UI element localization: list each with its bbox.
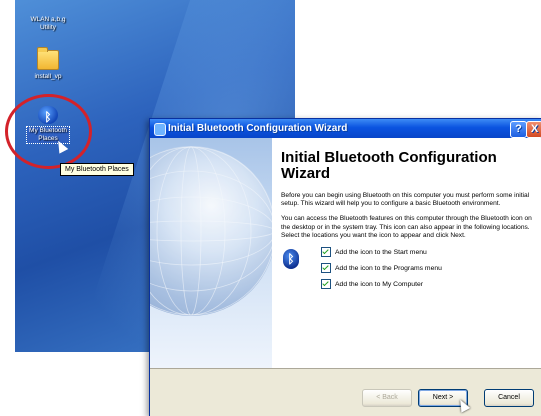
checkbox-start-menu[interactable] (321, 247, 331, 258)
wizard-side-banner (150, 138, 272, 368)
globe-graphic (150, 146, 272, 316)
bluetooth-icon: ᛒ (283, 249, 299, 270)
mouse-cursor-icon (455, 397, 471, 413)
back-button[interactable]: < Back (362, 389, 412, 407)
wizard-body: Initial Bluetooth Configuration Wizard B… (150, 138, 541, 368)
tooltip: My Bluetooth Places (60, 163, 134, 176)
checkbox-programs-menu[interactable] (321, 263, 331, 274)
highlight-circle (5, 94, 92, 169)
wizard-content: Initial Bluetooth Configuration Wizard B… (281, 144, 536, 295)
title-bar[interactable]: Initial Bluetooth Configuration Wizard ?… (150, 119, 541, 138)
folder-icon (37, 47, 59, 70)
wizard-window: Initial Bluetooth Configuration Wizard ?… (149, 118, 541, 416)
instructions-text: You can access the Bluetooth features on… (281, 215, 532, 239)
cancel-button[interactable]: Cancel (484, 389, 534, 407)
option-programs-menu[interactable]: Add the icon to the Programs menu (321, 263, 536, 279)
bluetooth-title-icon (154, 123, 166, 136)
wizard-footer: < Back Next > Cancel (150, 368, 541, 416)
option-start-menu[interactable]: Add the icon to the Start menu (321, 247, 536, 263)
checkbox-my-computer[interactable] (321, 279, 331, 290)
intro-text: Before you can begin using Bluetooth on … (281, 192, 530, 208)
page-title: Initial Bluetooth Configuration Wizard (281, 149, 497, 182)
close-button[interactable]: X (526, 121, 541, 138)
help-button[interactable]: ? (510, 121, 527, 138)
globe-grid (150, 146, 272, 316)
desktop-icon-install-vp[interactable]: install_vp (19, 47, 77, 81)
desktop-icon-label: WLAN a,b,g Utility (30, 16, 66, 31)
option-my-computer[interactable]: Add the icon to My Computer (321, 279, 536, 295)
icon-location-options: ᛒ Add the icon to the Start menu Add the… (281, 247, 536, 295)
desktop-icon-wlan-utility[interactable]: WLAN a,b,g Utility (19, 12, 77, 32)
desktop-icon-label: install_vp (34, 73, 62, 80)
window-title: Initial Bluetooth Configuration Wizard (168, 123, 348, 134)
